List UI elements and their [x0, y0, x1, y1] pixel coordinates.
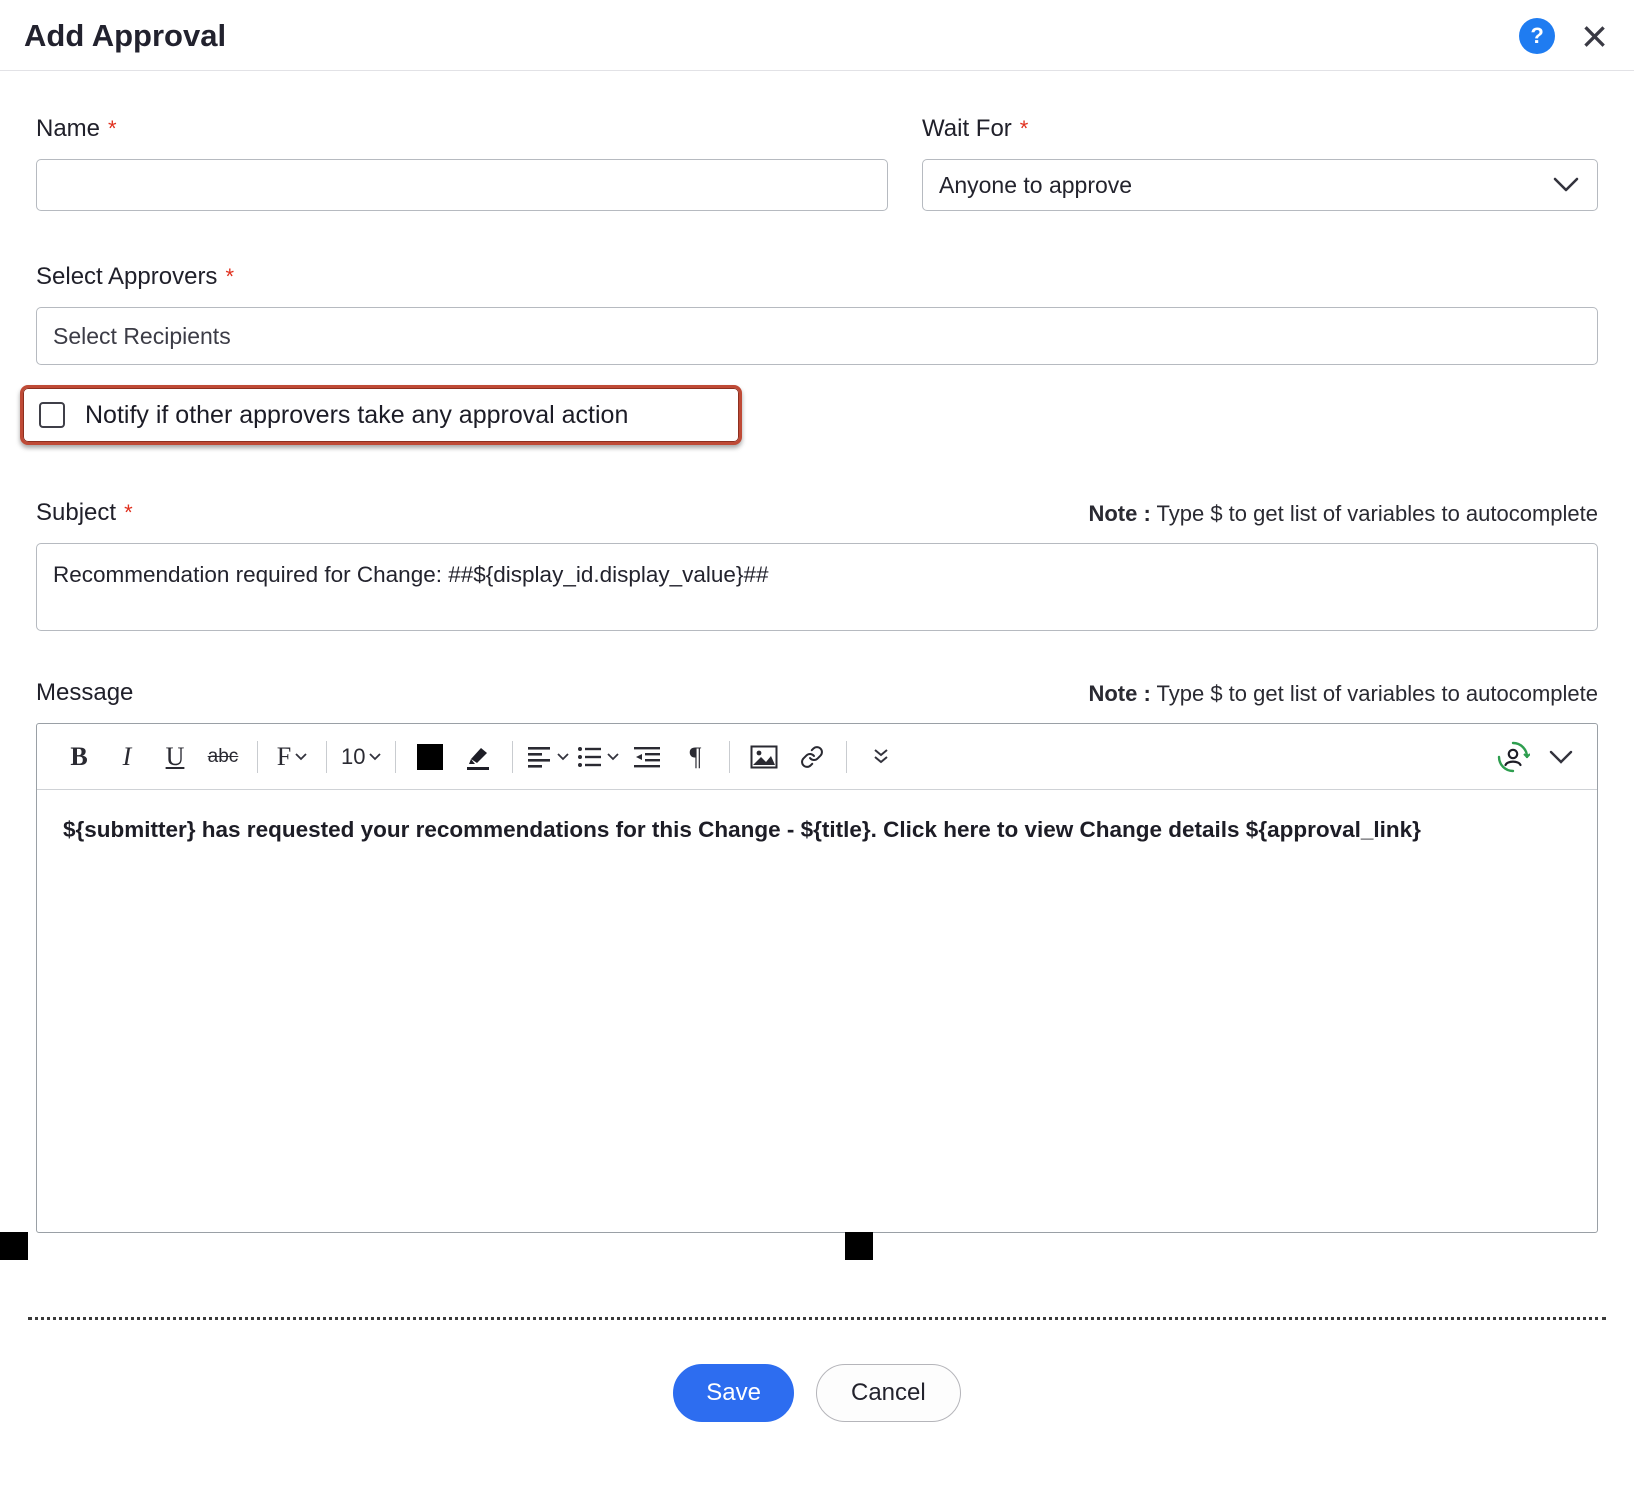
insert-link-button[interactable] [792, 735, 832, 779]
list-button[interactable] [577, 735, 619, 779]
outdent-icon [633, 746, 661, 768]
outdent-button[interactable] [627, 735, 667, 779]
toolbar-divider [395, 741, 396, 773]
approvers-required-mark: * [225, 264, 234, 289]
font-family-button[interactable]: F [272, 735, 312, 779]
paragraph-button[interactable]: ¶ [675, 735, 715, 779]
chevron-down-icon [607, 753, 619, 761]
chevron-down-icon [1549, 750, 1573, 764]
note-body: Type $ to get list of variables to autoc… [1151, 501, 1598, 526]
message-label: Message [36, 679, 133, 706]
link-icon [798, 745, 826, 769]
align-left-icon [527, 746, 553, 768]
approvers-input[interactable] [36, 307, 1598, 365]
note-prefix: Note : [1088, 681, 1150, 706]
close-icon: × [1581, 10, 1608, 62]
chevron-down-icon [1553, 177, 1579, 193]
bullet-list-icon [577, 746, 603, 768]
wait-for-required-mark: * [1020, 116, 1029, 141]
align-button[interactable] [527, 735, 569, 779]
mention-agent-button[interactable] [1493, 735, 1533, 779]
bold-button[interactable]: B [59, 735, 99, 779]
message-note: Note : Type $ to get list of variables t… [1088, 681, 1598, 707]
dialog-header: Add Approval ? × [0, 0, 1634, 71]
subject-required-mark: * [124, 500, 133, 525]
text-color-button[interactable] [410, 735, 450, 779]
message-editor-body[interactable]: ${submitter} has requested your recommen… [37, 790, 1597, 1232]
collapse-toolbar-button[interactable] [1541, 735, 1581, 779]
toolbar-divider [326, 741, 327, 773]
toolbar-divider [257, 741, 258, 773]
chevron-down-icon [295, 753, 307, 761]
name-input[interactable] [36, 159, 888, 211]
toolbar-divider [846, 741, 847, 773]
italic-icon: I [123, 742, 132, 772]
font-family-icon: F [277, 742, 291, 772]
add-approval-dialog: Add Approval ? × Name * Wait For * [0, 0, 1634, 1496]
toolbar-divider [729, 741, 730, 773]
italic-button[interactable]: I [107, 735, 147, 779]
form-area: Name* Wait For* Anyone to approve Selec [0, 115, 1634, 1233]
subject-input[interactable]: Recommendation required for Change: ##${… [36, 543, 1598, 631]
underline-button[interactable]: U [155, 735, 195, 779]
save-button[interactable]: Save [673, 1364, 794, 1422]
cancel-button[interactable]: Cancel [816, 1364, 961, 1422]
image-icon [750, 745, 778, 769]
strikethrough-icon: abc [208, 746, 239, 768]
double-chevron-down-icon [872, 748, 890, 766]
close-button[interactable]: × [1581, 21, 1608, 51]
notify-highlight-annotation: Notify if other approvers take any appro… [20, 385, 742, 445]
underline-icon: U [166, 742, 185, 772]
black-marker [845, 1232, 873, 1260]
wait-for-label: Wait For [922, 115, 1012, 142]
paragraph-icon: ¶ [690, 742, 702, 772]
more-tools-button[interactable] [861, 735, 901, 779]
bold-icon: B [70, 742, 87, 772]
insert-image-button[interactable] [744, 735, 784, 779]
wait-for-selected-value: Anyone to approve [939, 172, 1132, 199]
footer-actions: Save Cancel [0, 1364, 1634, 1422]
chevron-down-icon [557, 753, 569, 761]
text-color-icon [417, 744, 443, 770]
page-title: Add Approval [24, 18, 226, 54]
chevron-down-icon [369, 753, 381, 761]
subject-label: Subject [36, 499, 116, 526]
dotted-divider [28, 1317, 1606, 1320]
font-size-button[interactable]: 10 [341, 735, 381, 779]
highlighter-icon [463, 743, 493, 771]
agent-circle-icon [1496, 740, 1530, 774]
black-marker [0, 1232, 28, 1260]
editor-toolbar: B I U abc F 10 [37, 724, 1597, 790]
highlight-color-button[interactable] [458, 735, 498, 779]
approvers-label: Select Approvers [36, 263, 217, 290]
question-icon: ? [1530, 23, 1543, 49]
note-body: Type $ to get list of variables to autoc… [1151, 681, 1598, 706]
name-required-mark: * [108, 116, 117, 141]
wait-for-select[interactable]: Anyone to approve [922, 159, 1598, 211]
subject-note: Note : Type $ to get list of variables t… [1088, 501, 1598, 527]
note-prefix: Note : [1088, 501, 1150, 526]
rich-text-editor: B I U abc F 10 [36, 723, 1598, 1233]
font-size-value: 10 [341, 744, 365, 770]
toolbar-divider [512, 741, 513, 773]
help-button[interactable]: ? [1519, 18, 1555, 54]
name-label: Name [36, 115, 100, 142]
notify-checkbox-label: Notify if other approvers take any appro… [85, 401, 628, 430]
notify-checkbox[interactable] [39, 402, 65, 428]
strikethrough-button[interactable]: abc [203, 735, 243, 779]
